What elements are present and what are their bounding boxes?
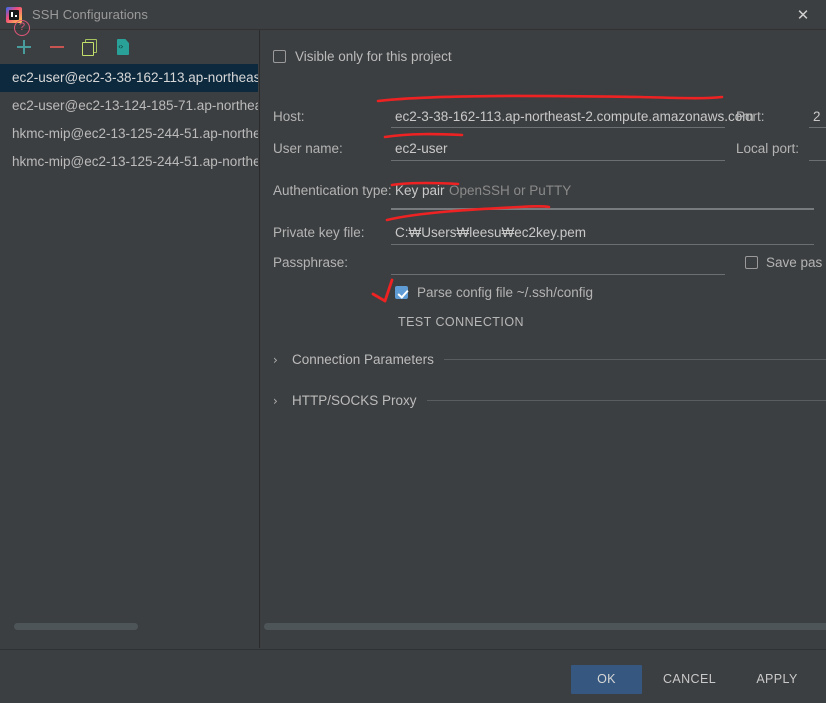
add-configuration-button[interactable]: [14, 37, 34, 57]
host-label: Host:: [273, 109, 305, 124]
save-passphrase-label: Save pas: [766, 255, 823, 270]
section-http-socks-proxy[interactable]: › HTTP/SOCKS Proxy: [273, 393, 826, 408]
import-configuration-button[interactable]: [113, 37, 133, 57]
port-input[interactable]: 2: [813, 109, 821, 124]
chevron-right-icon: ›: [273, 393, 278, 408]
visible-only-row[interactable]: Visible only for this project: [273, 49, 452, 64]
details-horizontal-scrollbar[interactable]: [264, 623, 826, 630]
section-connection-parameters[interactable]: › Connection Parameters: [273, 352, 826, 367]
minus-icon: [50, 46, 64, 48]
cancel-button[interactable]: CANCEL: [652, 665, 727, 694]
help-icon[interactable]: ?: [14, 20, 30, 36]
sidebar-toolbar: [0, 30, 259, 64]
auth-type-hint: OpenSSH or PuTTY: [449, 183, 572, 198]
close-icon[interactable]: ✕: [780, 0, 826, 30]
configurations-sidebar: ec2-user@ec2-3-38-162-113.ap-northeast-2…: [0, 30, 260, 648]
visible-only-label: Visible only for this project: [295, 49, 452, 64]
section-divider: [443, 359, 826, 360]
private-key-label: Private key file:: [273, 225, 365, 240]
apply-button[interactable]: APPLY: [744, 665, 810, 694]
parse-config-label: Parse config file ~/.ssh/config: [417, 285, 593, 300]
visible-only-checkbox[interactable]: [273, 50, 286, 63]
sidebar-horizontal-scrollbar[interactable]: [14, 623, 138, 630]
configuration-details-panel: Visible only for this project Host: ec2-…: [261, 30, 826, 648]
local-port-label: Local port:: [736, 141, 800, 156]
private-key-input-underline: [391, 244, 814, 245]
save-passphrase-row[interactable]: Save pas: [745, 255, 822, 270]
remove-configuration-button[interactable]: [47, 37, 67, 57]
auth-type-value[interactable]: Key pair: [395, 183, 445, 198]
auth-type-label: Authentication type:: [273, 183, 392, 198]
port-label: Port:: [736, 109, 765, 124]
chevron-right-icon: ›: [273, 352, 278, 367]
port-input-underline: [809, 127, 826, 128]
list-item[interactable]: hkmc-mip@ec2-13-125-244-51.ap-northeas: [0, 120, 258, 148]
copy-configuration-button[interactable]: [80, 37, 100, 57]
username-input-underline: [391, 160, 725, 161]
section-divider: [426, 400, 826, 401]
ssh-configuration-list[interactable]: ec2-user@ec2-3-38-162-113.ap-northeast-2…: [0, 64, 258, 648]
section-label: HTTP/SOCKS Proxy: [292, 393, 417, 408]
title-bar: SSH Configurations ✕: [0, 0, 826, 30]
local-port-input-underline: [809, 160, 826, 161]
passphrase-label: Passphrase:: [273, 255, 349, 270]
list-item[interactable]: ec2-user@ec2-13-124-185-71.ap-northeast-: [0, 92, 258, 120]
auth-type-underline: [391, 208, 814, 210]
private-key-input[interactable]: C:₩Users₩leesu₩ec2key.pem: [395, 225, 586, 240]
window-title: SSH Configurations: [32, 7, 148, 22]
username-input[interactable]: ec2-user: [395, 141, 448, 156]
list-item[interactable]: ec2-user@ec2-3-38-162-113.ap-northeast-2: [0, 64, 258, 92]
copy-icon: [82, 39, 98, 56]
test-connection-button[interactable]: TEST CONNECTION: [398, 315, 524, 329]
save-passphrase-checkbox[interactable]: [745, 256, 758, 269]
username-label: User name:: [273, 141, 343, 156]
ssh-configurations-dialog: SSH Configurations ✕ ec2-user@ec2-3-38-1…: [0, 0, 826, 703]
passphrase-input-underline: [391, 274, 725, 275]
parse-config-row[interactable]: Parse config file ~/.ssh/config: [395, 285, 593, 300]
section-label: Connection Parameters: [292, 352, 434, 367]
ok-button[interactable]: OK: [571, 665, 642, 694]
plus-icon: [17, 40, 31, 54]
host-input[interactable]: ec2-3-38-162-113.ap-northeast-2.compute.…: [395, 109, 753, 124]
parse-config-checkbox[interactable]: [395, 286, 408, 299]
list-item[interactable]: hkmc-mip@ec2-13-125-244-51.ap-northeas: [0, 148, 258, 176]
file-code-icon: [116, 39, 130, 55]
host-input-underline: [391, 127, 725, 128]
